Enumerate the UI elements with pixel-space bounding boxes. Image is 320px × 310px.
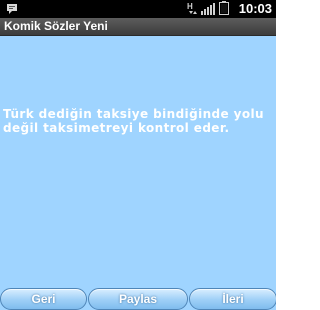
- app-title-bar: Komik Sözler Yeni: [0, 18, 276, 36]
- app-title: Komik Sözler Yeni: [4, 19, 108, 33]
- status-bar: H 10:03: [0, 0, 276, 18]
- share-button[interactable]: Paylas: [88, 288, 188, 310]
- network-type-label: H: [187, 2, 193, 11]
- quote-area: Türk dediğin taksiye bindiğinde yolu değ…: [0, 36, 276, 286]
- battery-icon: [218, 0, 229, 19]
- back-button[interactable]: Geri: [0, 288, 87, 310]
- next-button[interactable]: İleri: [189, 288, 276, 310]
- status-icons: H 10:03: [187, 0, 272, 18]
- data-arrows-icon: H: [187, 0, 197, 19]
- signal-icon: [200, 0, 215, 19]
- app-screen: H 10:03 Komik Sözler Yeni Türk dediğin t…: [0, 0, 276, 310]
- notification-icon: [7, 4, 17, 14]
- navigation-bar: Geri Paylas İleri: [0, 288, 276, 310]
- quote-text: Türk dediğin taksiye bindiğinde yolu değ…: [3, 107, 264, 135]
- status-time: 10:03: [238, 1, 272, 16]
